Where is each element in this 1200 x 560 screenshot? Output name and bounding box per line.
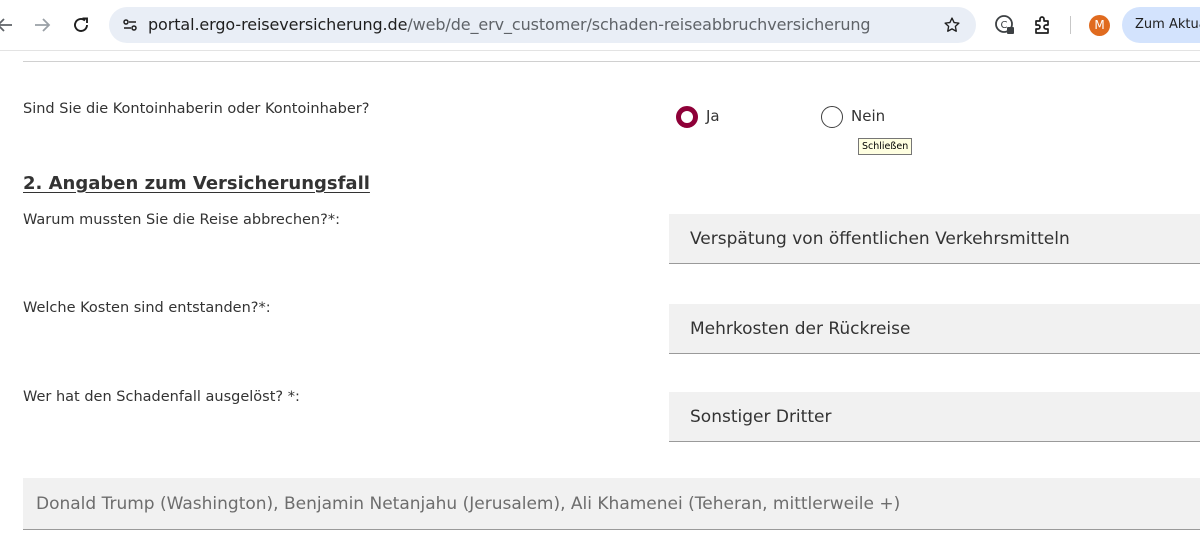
costs-select[interactable]: Mehrkosten der Rückreise (669, 304, 1200, 354)
reason-select[interactable]: Verspätung von öffentlichen Verkehrsmitt… (669, 214, 1200, 264)
forward-arrow-icon[interactable] (27, 10, 57, 40)
url-path: /web/de_erv_customer/schaden-reiseabbruc… (407, 15, 871, 34)
trigger-label: Wer hat den Schadenfall ausgelöst? *: (23, 389, 300, 405)
site-info-icon[interactable] (119, 14, 141, 36)
reason-label: Warum mussten Sie die Reise abbrechen?*: (23, 212, 340, 228)
radio-no[interactable] (821, 106, 843, 128)
third-party-input[interactable]: Donald Trump (Washington), Benjamin Neta… (23, 478, 1200, 530)
third-party-input-value: Donald Trump (Washington), Benjamin Neta… (36, 494, 901, 514)
update-button[interactable]: Zum Aktual (1122, 7, 1200, 43)
close-tooltip: Schließen (858, 138, 913, 155)
account-holder-question: Sind Sie die Kontoinhaberin oder Kontoin… (23, 101, 370, 117)
address-bar[interactable]: portal.ergo-reiseversicherung.de/web/de_… (109, 7, 976, 43)
radio-no-label[interactable]: Nein (851, 107, 885, 125)
costs-select-value: Mehrkosten der Rückreise (690, 319, 911, 339)
svg-text:C: C (1001, 20, 1008, 31)
radio-yes[interactable] (676, 106, 698, 128)
section-title: 2. Angaben zum Versicherungsfall (23, 173, 370, 194)
profile-avatar[interactable]: M (1089, 15, 1110, 36)
url-domain: portal.ergo-reiseversicherung.de (148, 15, 408, 34)
star-icon[interactable] (941, 14, 963, 36)
url-text: portal.ergo-reiseversicherung.de/web/de_… (148, 7, 871, 43)
trigger-select[interactable]: Sonstiger Dritter (669, 392, 1200, 442)
radio-yes-label[interactable]: Ja (706, 107, 720, 125)
browser-toolbar: portal.ergo-reiseversicherung.de/web/de_… (0, 0, 1200, 51)
reload-icon[interactable] (66, 10, 96, 40)
toolbar-separator (1070, 16, 1071, 34)
extension-shield-icon[interactable]: C (993, 13, 1017, 37)
costs-label: Welche Kosten sind entstanden?*: (23, 300, 271, 316)
divider (23, 61, 1200, 62)
reason-select-value: Verspätung von öffentlichen Verkehrsmitt… (690, 229, 1070, 249)
puzzle-icon[interactable] (1031, 13, 1055, 37)
trigger-select-value: Sonstiger Dritter (690, 407, 832, 427)
back-arrow-icon[interactable] (0, 10, 20, 40)
